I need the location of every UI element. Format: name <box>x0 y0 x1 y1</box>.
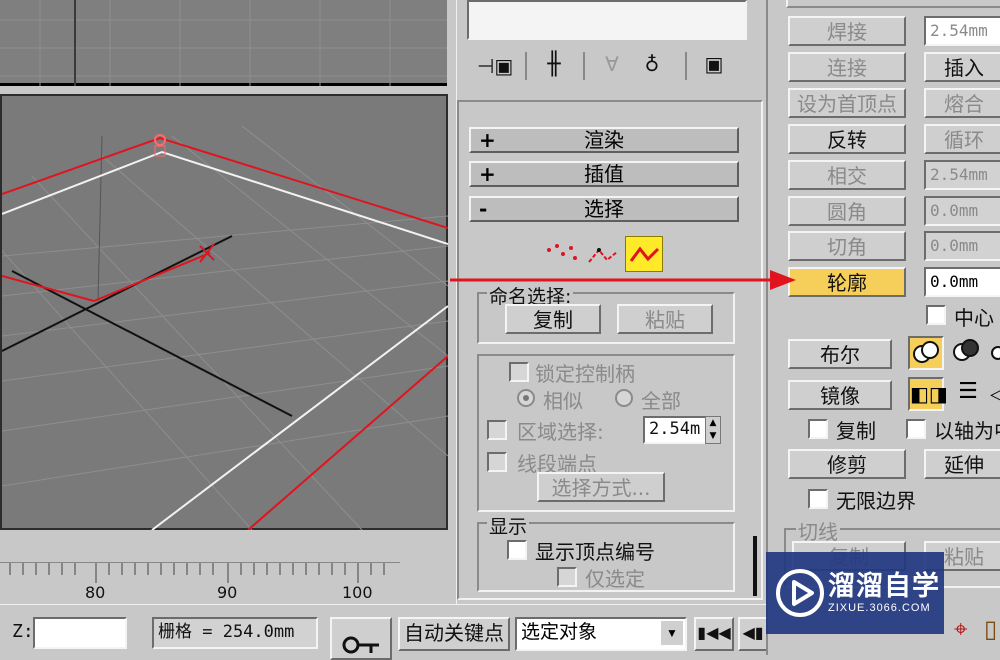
make-unique-icon[interactable]: ∀ <box>597 52 627 76</box>
named-selection-copy-button[interactable]: 复制 <box>505 304 601 334</box>
mirror-both-icon[interactable]: ◁ <box>990 380 1000 410</box>
crossinsert-button[interactable]: 相交 <box>788 160 906 190</box>
grid-size-display: 栅格 = 254.0mm <box>152 617 318 649</box>
insert-button[interactable]: 插入 <box>924 52 1000 82</box>
center-checkbox[interactable] <box>926 305 946 325</box>
ruler-tick-label: 90 <box>217 583 238 602</box>
modifier-stack-list[interactable] <box>467 0 747 40</box>
fillet-button[interactable]: 圆角 <box>788 196 906 226</box>
rollout-interpolation[interactable]: + 插值 <box>469 161 739 187</box>
time-ruler[interactable]: 80 90 100 <box>0 562 400 602</box>
selection-set-dropdown[interactable]: 选定对象 ▼ <box>515 617 687 651</box>
vertex-level-icon[interactable] <box>543 238 579 270</box>
boolean-button[interactable]: 布尔 <box>788 339 892 369</box>
command-panel: ⊣▣ ╫ ∀ ♁ ▣ + 渲染 + 插值 - 选择 命名选择: 复制 粘贴 锁定… <box>456 0 766 604</box>
go-to-start-button[interactable]: ▮◀◀ <box>694 617 734 651</box>
rollout-title: 插值 <box>584 162 624 186</box>
reverse-button[interactable]: 反转 <box>788 124 906 154</box>
center-label: 中心 <box>954 306 994 330</box>
mirror-horizontal-icon[interactable]: ◧◨ <box>908 377 948 411</box>
lock-handles-checkbox[interactable] <box>509 362 529 382</box>
selected-only-checkbox[interactable] <box>557 567 577 587</box>
auto-key-button[interactable]: 自动关键点 <box>398 617 510 651</box>
perspective-scene <box>0 125 449 531</box>
make-first-button[interactable]: 设为首顶点 <box>788 88 906 118</box>
named-selection-paste-button[interactable]: 粘贴 <box>617 304 713 334</box>
weld-button[interactable]: 焊接 <box>788 16 906 46</box>
display-group-title: 显示 <box>487 512 530 539</box>
similar-label: 相似 <box>543 389 583 413</box>
show-vertex-numbers-label: 显示顶点编号 <box>535 540 655 564</box>
z-coordinate-label: Z: <box>12 621 34 642</box>
status-bar: Z: 栅格 = 254.0mm 自动关键点 选定对象 ▼ ▮◀◀ ◀▮ <box>0 604 768 660</box>
previous-frame-button[interactable]: ◀▮ <box>738 617 768 651</box>
ruler-tick-label: 100 <box>342 583 373 602</box>
area-select-checkbox[interactable] <box>487 420 507 440</box>
spinner-arrows-icon[interactable]: ▲ ▼ <box>705 416 721 444</box>
zoom-icon[interactable]: ⌖ <box>954 614 980 644</box>
watermark-url: ZIXUE.3066.COM <box>828 602 931 614</box>
ruler-tick-label: 80 <box>85 583 106 602</box>
mirror-copy-label: 复制 <box>836 419 876 443</box>
pin-stack-icon[interactable]: ⊣▣ <box>477 54 513 78</box>
pan-icon[interactable]: ▯ <box>984 614 1000 644</box>
panel-scrollbar[interactable] <box>753 536 757 596</box>
key-icon <box>342 636 379 654</box>
play-logo-icon <box>776 569 824 617</box>
about-pivot-checkbox[interactable] <box>906 419 926 439</box>
show-end-result-icon[interactable]: ╫ <box>539 52 569 77</box>
chamfer-amount-field[interactable]: 0.0mm <box>924 231 1000 261</box>
fillet-amount-field[interactable]: 0.0mm <box>924 196 1000 226</box>
z-coordinate-field[interactable] <box>33 617 127 649</box>
fuse-button[interactable]: 熔合 <box>924 88 1000 118</box>
chevron-down-icon: ▼ <box>661 621 683 645</box>
spline-level-icon[interactable] <box>625 236 663 272</box>
intersection-icon[interactable] <box>990 344 1000 362</box>
top-viewport-grid <box>0 0 447 86</box>
watermark: 溜溜自学 ZIXUE.3066.COM <box>766 552 944 634</box>
similar-radio[interactable] <box>517 389 535 407</box>
rollout-selection[interactable]: - 选择 <box>469 196 739 222</box>
rollout-title: 选择 <box>584 197 624 221</box>
about-pivot-label: 以轴为中 <box>934 419 1000 443</box>
union-icon[interactable] <box>908 336 944 370</box>
previous-frame-icon: ◀▮ <box>742 623 764 642</box>
all-radio[interactable] <box>615 389 633 407</box>
lock-handles-label: 锁定控制柄 <box>535 362 635 386</box>
show-vertex-numbers-checkbox[interactable] <box>507 540 527 560</box>
go-to-start-icon: ▮◀◀ <box>697 623 731 642</box>
mirror-button[interactable]: 镜像 <box>788 380 892 410</box>
area-select-label: 区域选择: <box>517 420 604 444</box>
remove-modifier-icon[interactable]: ♁ <box>637 52 667 76</box>
weld-threshold-field[interactable]: 2.54mm <box>924 16 1000 46</box>
segment-end-checkbox[interactable] <box>487 452 507 472</box>
watermark-brand: 溜溜自学 <box>828 571 940 602</box>
top-viewport[interactable] <box>0 0 447 86</box>
trim-button[interactable]: 修剪 <box>788 449 906 479</box>
mirror-copy-checkbox[interactable] <box>808 419 828 439</box>
segment-level-icon[interactable] <box>585 238 621 270</box>
selection-set-value: 选定对象 <box>521 622 598 643</box>
crossinsert-threshold-field[interactable]: 2.54mm <box>924 160 1000 190</box>
select-by-button[interactable]: 选择方式... <box>537 472 665 502</box>
area-select-spinner[interactable]: 2.54m <box>643 416 707 444</box>
outline-amount-field[interactable]: 0.0mm <box>924 267 1000 297</box>
annotation-arrow <box>450 270 796 290</box>
selected-only-label: 仅选定 <box>585 567 645 591</box>
connect-button[interactable]: 连接 <box>788 52 906 82</box>
configure-modifier-sets-icon[interactable]: ▣ <box>699 52 729 76</box>
infinite-bounds-checkbox[interactable] <box>808 489 828 509</box>
rollout-title: 渲染 <box>584 128 624 152</box>
cycle-button[interactable]: 循环 <box>924 124 1000 154</box>
all-label: 全部 <box>641 389 681 413</box>
extend-button[interactable]: 延伸 <box>924 449 1000 479</box>
chamfer-button[interactable]: 切角 <box>788 231 906 261</box>
time-ruler-ticks <box>9 563 385 583</box>
subtraction-icon[interactable] <box>950 336 986 370</box>
mirror-vertical-icon[interactable]: ☰ <box>950 377 986 411</box>
perspective-viewport[interactable] <box>0 94 449 531</box>
key-mode-button[interactable] <box>330 617 392 660</box>
rollout-rendering[interactable]: + 渲染 <box>469 127 739 153</box>
infinite-bounds-label: 无限边界 <box>836 489 916 513</box>
